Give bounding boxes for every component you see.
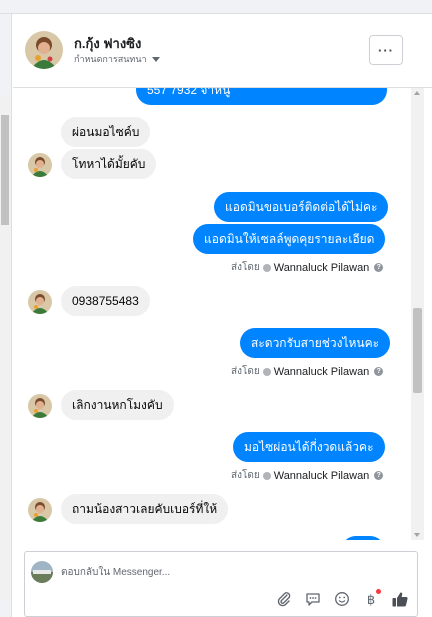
sender-avatar-icon bbox=[262, 263, 271, 272]
chevron-down-icon[interactable] bbox=[151, 56, 160, 62]
left-scrollbar-thumb[interactable] bbox=[1, 115, 9, 225]
emoji-icon[interactable] bbox=[333, 590, 351, 608]
scroll-up-icon[interactable] bbox=[414, 91, 420, 95]
more-icon[interactable]: ··· bbox=[369, 35, 403, 65]
chat-scrollbar[interactable] bbox=[411, 88, 424, 540]
message-outgoing: แอดมินขอเบอร์ติดต่อได้ไม่คะ bbox=[214, 192, 389, 222]
message-outgoing: มอไซผ่อนได้กี่งวดแล้วคะ bbox=[233, 432, 385, 462]
sender-name[interactable]: Wannaluck Pilawan bbox=[274, 262, 370, 274]
composer-toolbar: ฿ bbox=[275, 589, 409, 608]
contact-avatar-small bbox=[28, 290, 52, 314]
notification-dot bbox=[376, 589, 381, 594]
contact-avatar[interactable] bbox=[25, 31, 63, 69]
help-icon[interactable]: ? bbox=[374, 471, 384, 480]
assign-conversation-dropdown[interactable]: กำหนดการสนทนา bbox=[74, 52, 160, 66]
message-outgoing: สะดวกรับสายช่วงไหนคะ bbox=[240, 328, 391, 358]
thumbs-up-icon[interactable] bbox=[391, 590, 409, 608]
contact-avatar-small bbox=[28, 153, 52, 177]
message-incoming: ผ่อนมอไซค์บ bbox=[61, 117, 151, 147]
sent-by-prefix: ส่งโดย bbox=[231, 366, 260, 377]
assign-label[interactable]: กำหนดการสนทนา bbox=[74, 52, 147, 66]
help-icon[interactable]: ? bbox=[374, 263, 384, 272]
reply-input[interactable] bbox=[61, 562, 391, 582]
message-list: 557 7932 จ้าหนู ผ่อนมอไซค์บ โทหาได้มั้ยค… bbox=[13, 88, 424, 540]
left-scrollbar[interactable] bbox=[0, 95, 10, 600]
top-strip bbox=[0, 0, 432, 14]
message-incoming: ถามน้องสาวเลยคับเบอร์ที่ให้ bbox=[61, 494, 229, 524]
scroll-down-icon[interactable] bbox=[414, 533, 420, 537]
contact-name[interactable]: ก.กุ้ง ฟางซิง bbox=[74, 33, 141, 54]
contact-avatar-small bbox=[28, 498, 52, 522]
help-icon[interactable]: ? bbox=[374, 367, 384, 376]
attach-icon[interactable] bbox=[275, 590, 293, 608]
message-outgoing-partial bbox=[341, 536, 385, 540]
page-avatar bbox=[31, 561, 53, 583]
sender-avatar-icon bbox=[262, 367, 271, 376]
conversation-header: ก.กุ้ง ฟางซิง กำหนดการสนทนา ··· bbox=[13, 14, 432, 88]
sender-name[interactable]: Wannaluck Pilawan bbox=[274, 366, 370, 378]
contact-avatar-small bbox=[28, 394, 52, 418]
sender-name[interactable]: Wannaluck Pilawan bbox=[274, 470, 370, 482]
sent-by-row: ส่งโดย Wannaluck Pilawan ? bbox=[231, 468, 384, 483]
message-incoming: เลิกงานหกโมงคับ bbox=[61, 390, 174, 420]
sender-avatar-icon bbox=[262, 471, 271, 480]
message-incoming: โทหาได้มั้ยคับ bbox=[61, 149, 157, 179]
sent-by-prefix: ส่งโดย bbox=[231, 262, 260, 273]
message-outgoing: แอดมินให้เซลล์พูดคุยรายละเอียด bbox=[193, 224, 386, 254]
currency-icon[interactable]: ฿ bbox=[362, 589, 381, 608]
sent-by-row: ส่งโดย Wannaluck Pilawan ? bbox=[231, 364, 384, 379]
reply-composer: ฿ bbox=[24, 551, 418, 617]
chat-icon[interactable] bbox=[304, 590, 322, 608]
sent-by-prefix: ส่งโดย bbox=[231, 470, 260, 481]
message-outgoing: 557 7932 จ้าหนู bbox=[136, 88, 387, 105]
sent-by-row: ส่งโดย Wannaluck Pilawan ? bbox=[231, 260, 384, 275]
message-incoming: 0938755483 bbox=[61, 286, 150, 316]
svg-text:฿: ฿ bbox=[367, 593, 375, 607]
chat-scrollbar-thumb[interactable] bbox=[413, 308, 422, 393]
